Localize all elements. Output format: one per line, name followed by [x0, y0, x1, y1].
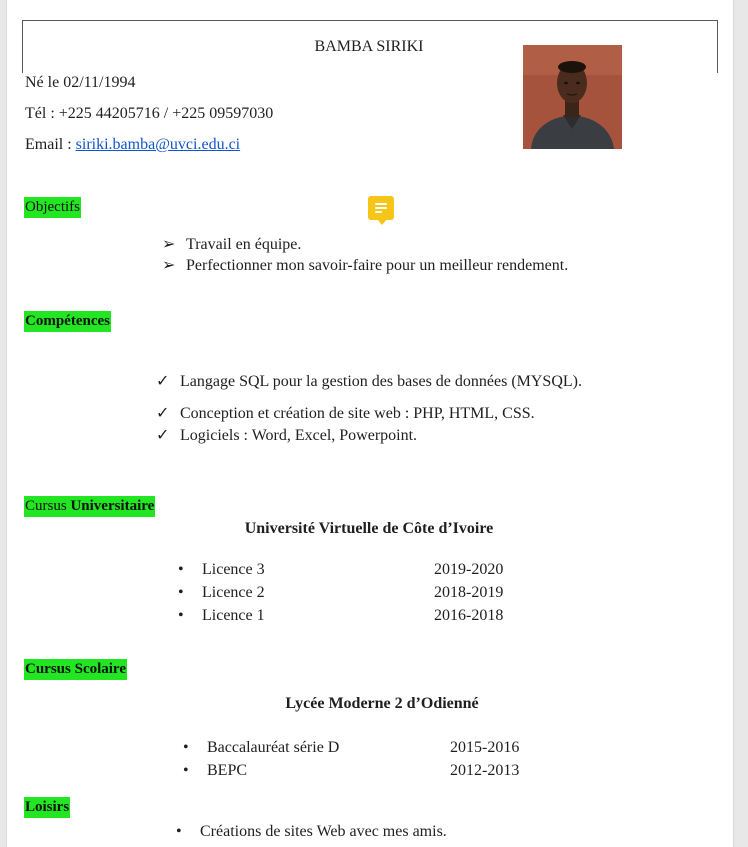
list-item-competence: ✓ Langage SQL pour la gestion des bases d…: [156, 373, 582, 390]
list-item-objectif: ➢ Travail en équipe.: [162, 236, 302, 253]
bullet-icon: •: [183, 762, 189, 779]
university-name: Université Virtuelle de Côte d’Ivoire: [244, 520, 494, 537]
section-title-cursus-scolaire: Cursus Scolaire: [24, 659, 127, 680]
bullet-icon: •: [178, 607, 184, 624]
list-item-competence: ✓ Conception et création de site web : PH…: [156, 405, 535, 422]
arrow-bullet-icon: ➢: [162, 236, 176, 253]
diploma-years: 2019-2020: [434, 561, 504, 578]
section-title-loisirs: Loisirs: [24, 797, 71, 818]
diploma-years: 2016-2018: [434, 607, 504, 624]
diploma-years: 2012-2013: [450, 762, 520, 779]
list-item-diploma: • Licence 2: [178, 584, 265, 601]
list-item-objectif: ➢ Perfectionner mon savoir-faire pour un …: [162, 257, 569, 274]
list-item-diploma: • Licence 1: [178, 607, 265, 624]
list-item-competence: ✓ Logiciels : Word, Excel, Powerpoint.: [156, 427, 418, 444]
bullet-icon: •: [183, 739, 189, 756]
checkmark-icon: ✓: [156, 405, 170, 422]
checkmark-icon: ✓: [156, 373, 170, 390]
section-title-cursus-universitaire: Cursus Universitaire: [24, 496, 156, 517]
bullet-icon: •: [178, 561, 184, 578]
email-line: Email : siriki.bamba@uvci.edu.ci: [25, 135, 240, 155]
bullet-icon: •: [178, 584, 184, 601]
diploma-years: 2018-2019: [434, 584, 504, 601]
checkmark-icon: ✓: [156, 427, 170, 444]
bullet-icon: •: [176, 823, 182, 840]
list-item-loisir: • Créations de sites Web avec mes amis.: [176, 823, 447, 840]
section-title-objectifs: Objectifs: [24, 197, 81, 218]
list-item-diploma: • Baccalauréat série D: [183, 739, 340, 756]
phone-number: Tél : +225 44205716 / +225 09597030: [25, 105, 274, 122]
list-item-diploma: • BEPC: [183, 762, 248, 779]
email-link[interactable]: siriki.bamba@uvci.edu.ci: [76, 136, 240, 153]
comment-icon[interactable]: [368, 196, 394, 225]
profile-photo: [523, 45, 622, 149]
school-name: Lycée Moderne 2 d’Odienné: [285, 695, 479, 712]
candidate-name: BAMBA SIRIKI: [314, 38, 424, 55]
email-label: Email :: [25, 136, 76, 153]
diploma-years: 2015-2016: [450, 739, 520, 756]
list-item-diploma: • Licence 3: [178, 561, 265, 578]
arrow-bullet-icon: ➢: [162, 257, 176, 274]
section-title-competences: Compétences: [24, 311, 111, 332]
birth-date: Né le 02/11/1994: [25, 74, 136, 91]
